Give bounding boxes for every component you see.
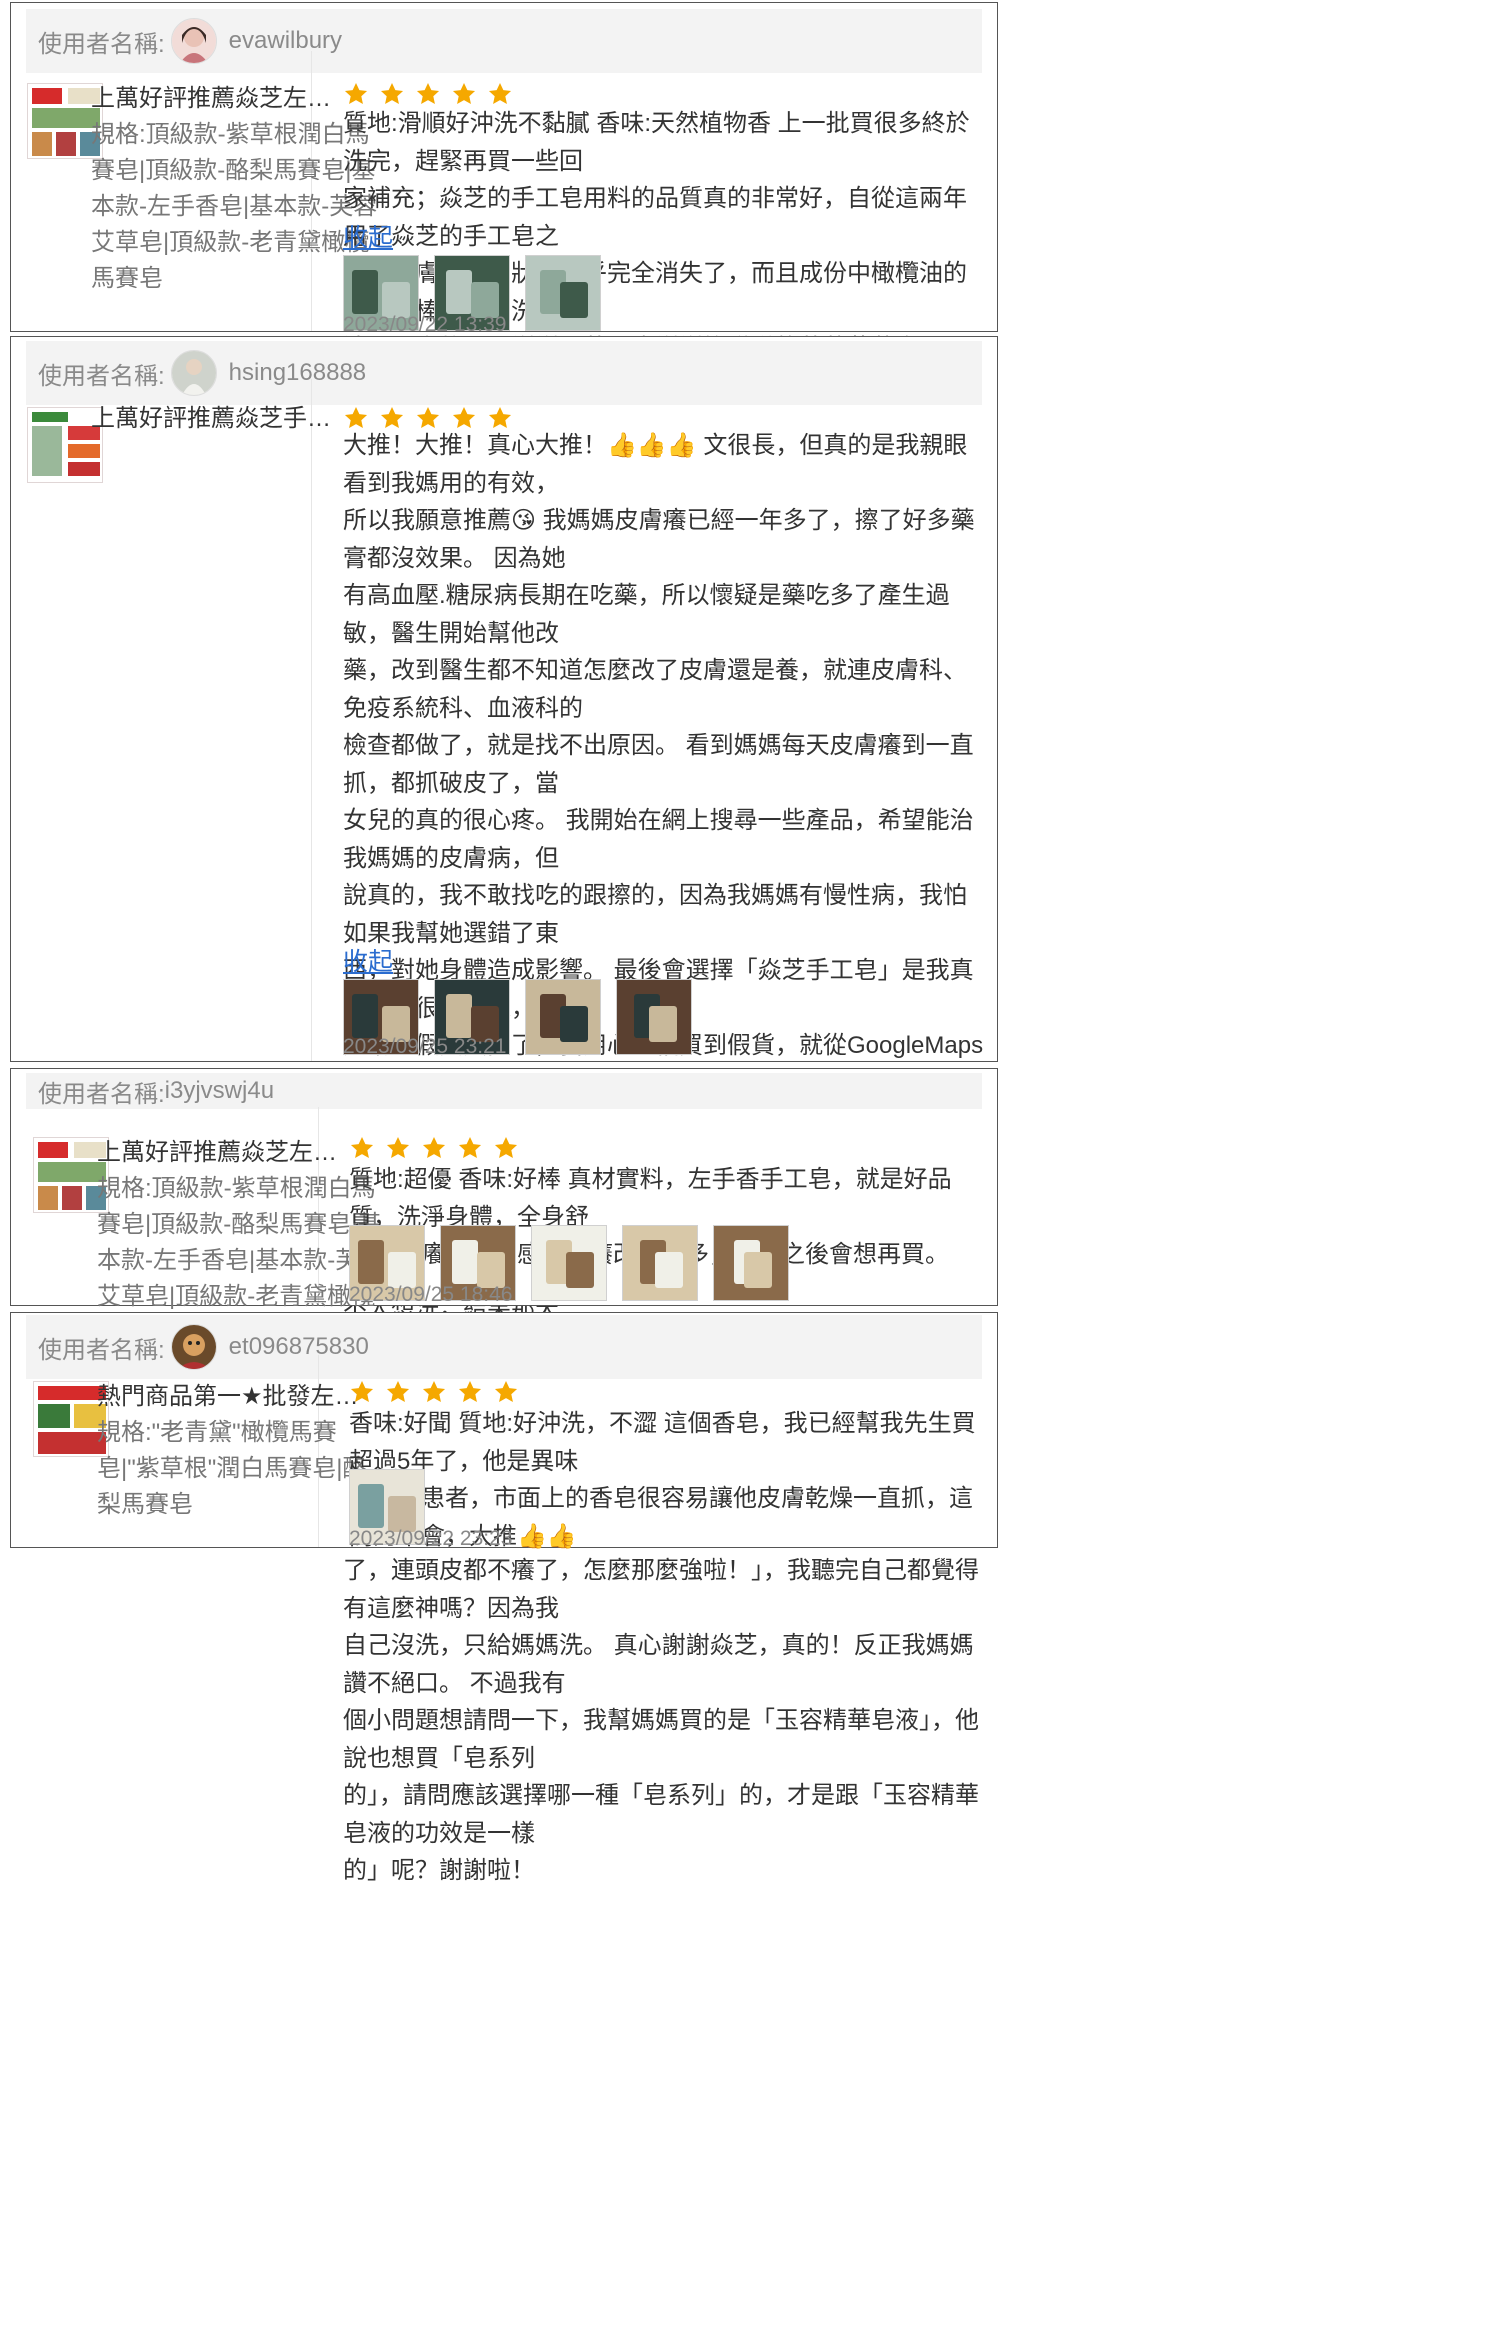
username-label: 使用者名稱:: [38, 362, 165, 390]
review-photo[interactable]: [525, 979, 601, 1055]
product-info: 熱門商品第一★批發左… 規格:"老青黛"橄欖馬賽皂|"紫草根"潤白馬賽皂|酪梨馬…: [97, 1379, 387, 1523]
review-date: 2023/09/25 18:46: [349, 1283, 513, 1306]
review-line: 自己沒洗，只給媽媽洗。 真心謝謝焱芝，真的！反正我媽媽讚不絕口。 不過我有: [343, 1632, 974, 1697]
product-title[interactable]: 上萬好評推薦焱芝手…: [91, 401, 381, 437]
product-title[interactable]: 上萬好評推薦焱芝左…: [91, 81, 381, 117]
star-icon: [385, 1379, 411, 1405]
review-date: 2023/09/22 13:39: [343, 313, 507, 336]
reviewer-header: 使用者名稱: evawilbury: [26, 9, 982, 73]
rating-stars: [349, 1135, 519, 1161]
star-icon: [457, 1135, 483, 1161]
product-title[interactable]: 熱門商品第一★批發左…: [97, 1379, 387, 1415]
rating-stars: [349, 1379, 519, 1405]
star-icon: [451, 81, 477, 107]
review-photo[interactable]: [616, 979, 692, 1055]
avatar[interactable]: [170, 18, 217, 64]
avatar[interactable]: [170, 350, 217, 396]
star-icon: [349, 1379, 375, 1405]
rating-stars: [343, 81, 513, 107]
review-photo[interactable]: [713, 1225, 789, 1301]
reviewer-header: 使用者名稱: et096875830: [26, 1315, 982, 1379]
review-date: 2023/09/25 23:21: [343, 1035, 507, 1058]
review-line: 的」呢？謝謝啦！: [343, 1857, 535, 1884]
review-line: 的」，請問應該選擇哪一種「皂系列」的，才是跟「玉容精華皂液的功效是一樣: [343, 1782, 979, 1847]
review-card: 使用者名稱: hsing168888 上萬好評推薦焱芝手… 大推！大推！真心大推…: [10, 336, 998, 1884]
review-line: 大推！大推！真心大推！👍👍👍 文很長，但真的是我親眼看到我媽用的有效，: [343, 432, 968, 497]
star-icon: [343, 81, 369, 107]
star-icon: [487, 81, 513, 107]
review-date: 2023/09/22 23:23: [349, 1527, 513, 1550]
review-line: 藥，改到醫生都不知道怎麼改了皮膚還是養，就連皮膚科、免疫系統科、血液科的: [343, 657, 967, 722]
review-photo[interactable]: [622, 1225, 698, 1301]
collapse-link[interactable]: 收起: [343, 218, 393, 254]
review-card: 使用者名稱: i3yjvswj4u 上萬好評推薦焱芝左… 規格:頂級款-紫草根潤…: [10, 1068, 998, 1346]
review-line: 香味:好聞 質地:好沖洗，不澀 這個香皂，我已經幫我先生買超過5年了，他是異味: [349, 1410, 976, 1475]
username: et096875830: [228, 1333, 369, 1360]
username: hsing168888: [228, 359, 367, 386]
review-photo[interactable]: [525, 255, 601, 331]
review-line: 有高血壓.糖尿病長期在吃藥，所以懷疑是藥吃多了產生過敏，醫生開始幫他改: [343, 582, 950, 647]
star-icon: [421, 1379, 447, 1405]
reviewer-header: 使用者名稱: hsing168888: [26, 341, 982, 405]
avatar[interactable]: [170, 1324, 217, 1370]
star-icon: [379, 81, 405, 107]
star-icon: [493, 1135, 519, 1161]
review-card: 使用者名稱: evawilbury 上萬好評推薦焱芝左… 規格:頂級款-紫草根潤…: [10, 2, 998, 362]
product-spec: 規格:"老青黛"橄欖馬賽皂|"紫草根"潤白馬賽皂|酪梨馬賽皂: [97, 1419, 367, 1518]
username-label: 使用者名稱:: [38, 30, 165, 58]
product-spec: 規格:頂級款-紫草根潤白馬賽皂|頂級款-酪梨馬賽皂|基本款-左手香皂|基本款-芙…: [91, 121, 378, 292]
review-card: 使用者名稱: et096875830 熱門商品第一★批發左… 規格:"老青黛"橄…: [10, 1312, 998, 1550]
review-line: 女兒的真的很心疼。 我開始在網上搜尋一些產品，希望能治我媽媽的皮膚病，但: [343, 807, 974, 872]
review-line: 質地:滑順好沖洗不黏膩 香味:天然植物香 上一批買很多終於洗完，趕緊再買一些回: [343, 110, 970, 175]
username-label: 使用者名稱:: [38, 1336, 165, 1364]
review-line: 個小問題想請問一下，我幫媽媽買的是「玉容精華皂液」，他說也想買「皂系列: [343, 1707, 979, 1772]
username: evawilbury: [228, 27, 343, 54]
reviewer-header: 使用者名稱: i3yjvswj4u: [26, 1073, 982, 1109]
star-icon: [349, 1135, 375, 1161]
review-line: 所以我願意推薦😘 我媽媽皮膚癢已經一年多了，擦了好多藥膏都沒效果。 因為她: [343, 507, 975, 572]
product-title[interactable]: 上萬好評推薦焱芝左…: [97, 1135, 387, 1171]
review-photo[interactable]: [531, 1225, 607, 1301]
star-icon: [457, 1379, 483, 1405]
star-icon: [421, 1135, 447, 1161]
star-icon: [385, 1135, 411, 1161]
username: i3yjvswj4u: [164, 1077, 275, 1104]
column-divider: [311, 379, 312, 1061]
collapse-link[interactable]: 收起: [343, 942, 393, 978]
username-label: 使用者名稱:: [38, 1080, 165, 1108]
star-icon: [415, 81, 441, 107]
review-line: 檢查都做了，就是找不出原因。 看到媽媽每天皮膚癢到一直抓，都抓破皮了，當: [343, 732, 974, 797]
review-line: 了，連頭皮都不癢了，怎麼那麼強啦！」，我聽完自己都覺得有這麼神嗎？因為我: [343, 1557, 979, 1622]
review-line: 家補充；焱芝的手工皂用料的品質真的非常好，自從這兩年用了焱芝的手工皂之: [343, 185, 967, 250]
star-icon: [493, 1379, 519, 1405]
product-info: 上萬好評推薦焱芝左… 規格:頂級款-紫草根潤白馬賽皂|頂級款-酪梨馬賽皂|基本款…: [91, 81, 381, 297]
review-line: 說真的，我不敢找吃的跟擦的，因為我媽媽有慢性病，我怕如果我幫她選錯了東: [343, 882, 967, 947]
product-info: 上萬好評推薦焱芝手…: [91, 401, 381, 437]
